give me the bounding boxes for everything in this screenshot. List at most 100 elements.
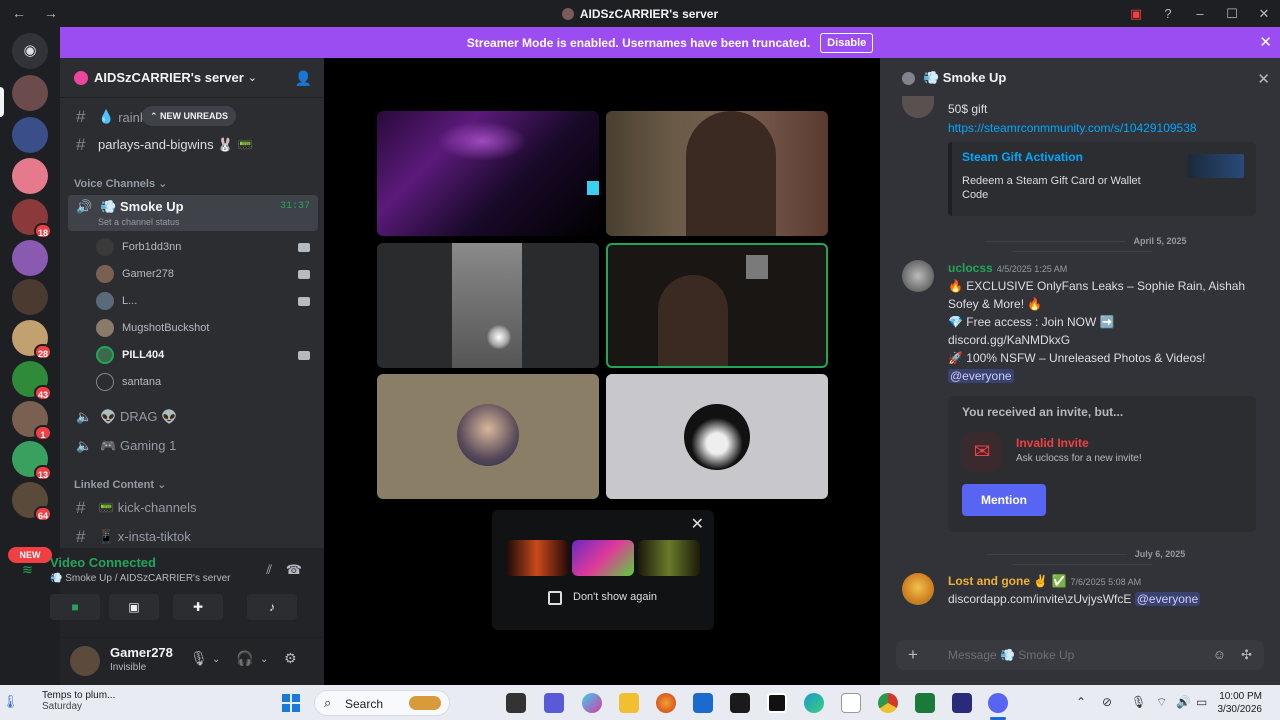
mic-icon[interactable]: 🎙 (1131, 695, 1146, 709)
windows-start-icon[interactable] (282, 694, 300, 712)
new-unreads-pill[interactable]: ⌃ NEW UNREADS (142, 106, 237, 126)
video-tile-speaking[interactable] (606, 243, 828, 368)
teams-icon[interactable] (544, 693, 564, 713)
close-icon[interactable]: ✕ (691, 514, 704, 534)
video-tile[interactable] (606, 111, 828, 236)
help-icon[interactable]: ? (1152, 6, 1184, 21)
phishing-link[interactable]: https://steamrconmmunity.com/s/104291095… (948, 121, 1197, 135)
mention-button[interactable]: Mention (962, 484, 1046, 516)
apps-icon[interactable]: ✣ (1241, 647, 1252, 663)
voice-user[interactable]: Gamer278 (96, 263, 316, 285)
inbox-icon[interactable]: ▣ (1120, 6, 1152, 22)
message-username[interactable]: uclocss (948, 261, 993, 275)
task-view-icon[interactable] (506, 693, 526, 713)
server-icon-10[interactable]: 13 (12, 441, 52, 481)
close-icon[interactable]: ✕ (1257, 70, 1270, 88)
mail-icon[interactable] (693, 693, 713, 713)
notepad-icon[interactable] (841, 693, 861, 713)
dont-show-label[interactable]: Don't show again (573, 591, 657, 603)
server-icon-8[interactable]: 43 (12, 361, 52, 401)
noise-suppression-icon[interactable]: ⫽ (266, 562, 272, 578)
capture-app-icon[interactable] (952, 693, 972, 713)
notion-icon[interactable] (767, 693, 787, 713)
signal-bars-icon[interactable]: ≋ (22, 562, 33, 578)
voice-location-label[interactable]: 💨 Smoke Up / AIDSzCARRIER's server (50, 573, 231, 584)
disable-button[interactable]: Disable (820, 32, 874, 53)
channel-status[interactable]: Set a channel status (98, 217, 180, 227)
game-thumbnail-fallout[interactable] (638, 540, 700, 576)
server-icon-1[interactable] (12, 75, 48, 111)
server-icon-3[interactable] (12, 158, 48, 194)
disconnect-icon[interactable]: ☎ (286, 562, 302, 578)
battery-icon[interactable]: ▭ (1196, 695, 1207, 709)
weather-widget[interactable]: Temps to plum... Saturday (42, 690, 115, 712)
server-icon-4[interactable]: 18 (12, 199, 52, 239)
channel-kick[interactable]: # 📟 kick-channels (68, 495, 318, 521)
game-thumbnail-colorful[interactable] (572, 540, 634, 576)
category-voice-channels[interactable]: Voice Channels ⌄ (74, 177, 167, 190)
video-tile[interactable] (377, 243, 599, 368)
voice-channel-drag[interactable]: 🔈 👽 DRAG 👽 (68, 404, 318, 430)
close-window-icon[interactable]: ✕ (1248, 6, 1280, 22)
chrome-icon[interactable] (878, 693, 898, 713)
game-thumbnail-scream[interactable] (506, 540, 568, 576)
plus-icon[interactable]: + (908, 645, 918, 665)
file-explorer-icon[interactable] (619, 693, 639, 713)
camera-button[interactable]: ■ (50, 594, 100, 620)
voice-user[interactable]: santana (96, 371, 316, 393)
server-icon-7[interactable]: 28 (12, 320, 52, 360)
username[interactable]: Gamer278 (110, 645, 173, 660)
server-icon-2[interactable] (12, 117, 48, 153)
volume-icon[interactable]: 🔊 (1176, 695, 1191, 709)
emoji-icon[interactable]: ☺ (1213, 647, 1226, 662)
voice-user[interactable]: PILL404 (96, 344, 316, 366)
server-icon-6[interactable] (12, 279, 48, 315)
wifi-icon[interactable]: ⌔ (1156, 695, 1167, 710)
clock[interactable]: 10:00 PM 3/30/2026 (1218, 690, 1263, 716)
channel-x-insta[interactable]: # 📱 x-insta-tiktok (68, 524, 318, 550)
video-tile[interactable] (377, 111, 599, 236)
weather-icon[interactable]: 🌡 (2, 694, 19, 710)
soundboard-button[interactable]: ♪ (247, 594, 297, 620)
server-icon-11[interactable]: 64 (12, 482, 52, 522)
message-username[interactable]: Lost and gone ✌️ ✅ (948, 574, 1067, 588)
chevron-down-icon[interactable]: ⌄ (260, 654, 268, 665)
screen-share-button[interactable]: ▣ (109, 594, 159, 620)
voice-channel-smoke-up[interactable]: 🔊 💨 Smoke Up 31:37 Set a channel status (68, 195, 318, 231)
headphones-icon[interactable]: 🎧 (236, 650, 253, 667)
avatar[interactable] (902, 260, 934, 292)
embed-title[interactable]: Steam Gift Activation (962, 150, 1083, 164)
chevron-up-icon[interactable]: ⌃ (1076, 695, 1086, 709)
taskbar-search[interactable]: ⌕ Search (314, 690, 450, 716)
discord-taskbar-icon[interactable] (988, 693, 1008, 713)
voice-user[interactable]: MugshotBuckshot (96, 317, 316, 339)
avatar[interactable] (902, 96, 934, 118)
everyone-mention[interactable]: @everyone (948, 369, 1014, 383)
discord-home-icon[interactable]: ◉ (12, 33, 48, 69)
microphone-icon[interactable]: 🎙 (190, 650, 208, 667)
new-servers-pill[interactable]: NEW (8, 547, 52, 563)
gear-icon[interactable]: ⚙ (284, 650, 297, 667)
server-icon-5[interactable] (12, 240, 48, 276)
avatar[interactable] (902, 573, 934, 605)
activities-button[interactable]: ✚ (173, 594, 223, 620)
server-header[interactable]: AIDSzCARRIER's server ⌄ 👤 (60, 58, 324, 98)
channel-parlays[interactable]: # parlays-and-bigwins 🐰 📟 (68, 132, 318, 158)
invite-people-icon[interactable]: 👤 (295, 70, 312, 87)
edge-icon[interactable] (804, 693, 824, 713)
voice-channel-gaming[interactable]: 🔈 🎮 Gaming 1 (68, 433, 318, 459)
maximize-icon[interactable]: ☐ (1216, 6, 1248, 22)
chevron-down-icon[interactable]: ⌄ (212, 654, 220, 665)
voice-status-label[interactable]: Video Connected (50, 555, 156, 570)
voice-user[interactable]: L... (96, 290, 316, 312)
close-icon[interactable]: ✕ (1259, 33, 1272, 51)
dropbox-icon[interactable] (730, 693, 750, 713)
category-linked-content[interactable]: Linked Content ⌄ (74, 478, 166, 491)
avatar[interactable] (70, 646, 100, 676)
avatar-tile[interactable] (606, 374, 828, 499)
app-tray-icon[interactable]: ⊘ (1102, 695, 1112, 709)
voice-user[interactable]: Forb1dd3nn (96, 236, 316, 258)
xbox-app-icon[interactable] (915, 693, 935, 713)
server-icon-9[interactable]: 1 (12, 401, 52, 441)
everyone-mention[interactable]: @everyone (1134, 592, 1201, 606)
